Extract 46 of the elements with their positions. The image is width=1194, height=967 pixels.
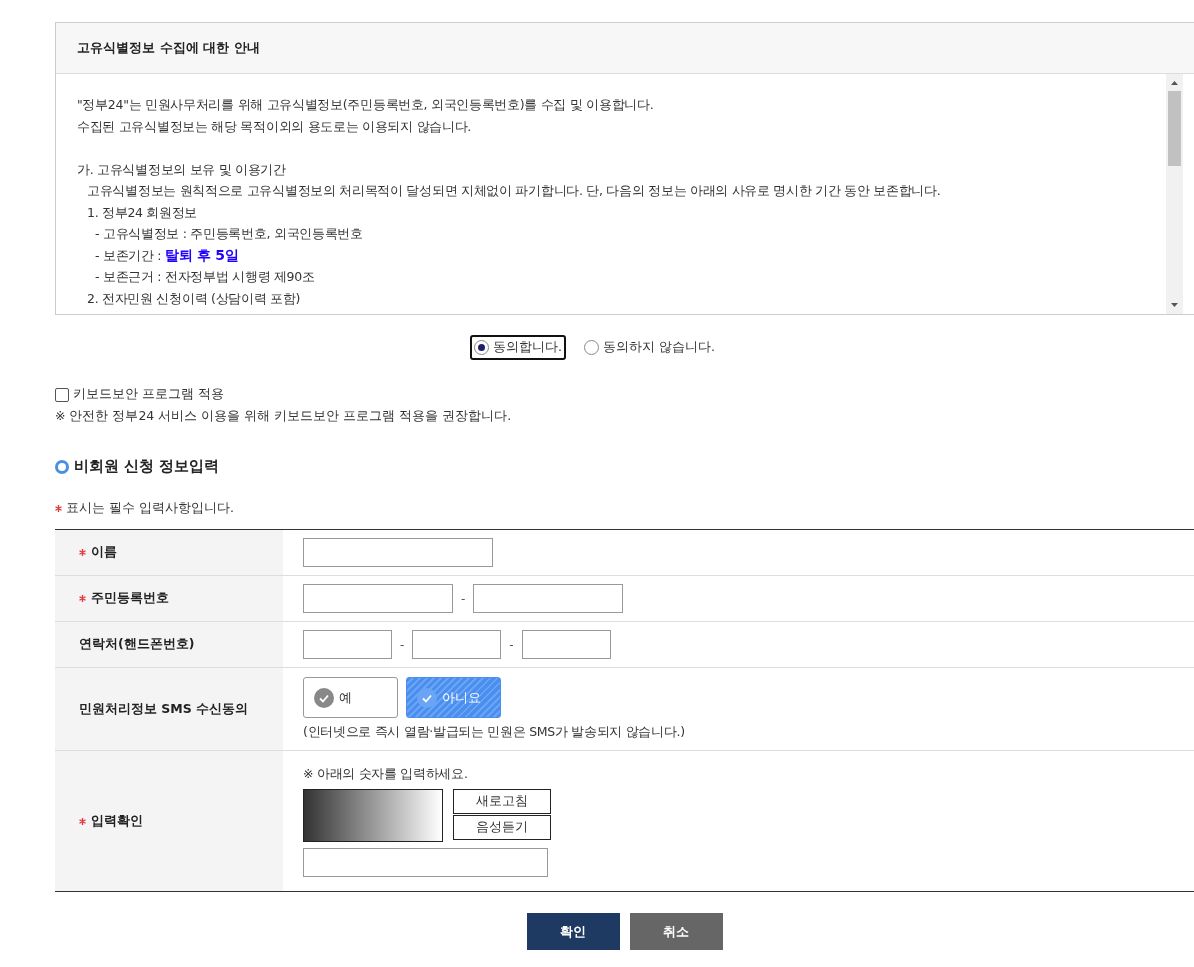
captcha-button[interactable]: 음성듣기 — [453, 814, 551, 840]
asterisk-icon — [79, 549, 86, 556]
input-field[interactable] — [521, 630, 611, 659]
section-title: 비회원 신청 정보입력 — [74, 457, 220, 476]
field-label: 주민등록번호 — [91, 590, 169, 607]
input-field[interactable] — [303, 584, 453, 613]
field-label: 민원처리정보 SMS 수신동의 — [79, 700, 249, 718]
consent-radio[interactable]: 동의합니다. — [470, 335, 566, 360]
input-field[interactable] — [473, 584, 624, 613]
input-field[interactable] — [303, 630, 392, 659]
name-field[interactable] — [303, 538, 493, 567]
keyboard-security-checkbox[interactable]: 키보드보안 프로그램 적용 — [55, 386, 1194, 403]
field-label: 입력확인 — [91, 812, 143, 830]
separator-text: - — [509, 637, 514, 652]
sms-note: (인터넷으로 즉시 열람·발급되는 민원은 SMS가 발송되지 않습니다.) — [303, 724, 686, 741]
asterisk-icon — [79, 595, 86, 602]
field-label: 연락처(핸드폰번호) — [79, 636, 195, 653]
captcha-field[interactable] — [303, 847, 548, 877]
notice-text: 가. 고유식별정보의 보유 및 이용기간 — [77, 160, 287, 179]
field-label: 이름 — [91, 544, 117, 561]
separator-text: - — [461, 591, 466, 606]
notice-text: "정부24"는 민원사무처리를 위해 고유식별정보(주민등록번호, 외국인등록번호)를 수집 및 이용합니다. — [77, 96, 655, 114]
notice-text: 수집된 고유식별정보는 해당 목적이외의 용도로는 이용되지 않습니다. — [77, 117, 472, 136]
notice-text: - 보존근거 : 전자정부법 시행령 제90조 — [94, 268, 316, 286]
notice-text: 고유식별정보는 원칙적으로 고유식별정보의 처리목적이 달성되면 지체없이 파기합니다. 단, 다음의 정보는 아래의 사유로 명시한 기간 동안 보존합니다. — [86, 182, 942, 200]
scrollbar[interactable] — [1166, 74, 1183, 314]
confirm-button[interactable]: 확인 — [526, 913, 620, 950]
notice-text: - 보존기간 : 탈퇴 후 5일 — [94, 245, 240, 265]
check-icon — [314, 687, 334, 708]
notice-text: - 고유식별정보 : 주민등록번호, 외국인등록번호 — [94, 225, 364, 243]
check-icon — [417, 687, 437, 708]
notice-text: 2. 전자민원 신청이력 (상담이력 포함) — [86, 289, 301, 308]
asterisk-icon — [79, 817, 86, 825]
asterisk-icon — [55, 505, 62, 512]
separator-text: - — [400, 637, 405, 652]
sms-option-button[interactable]: 예 — [303, 677, 398, 718]
captcha-hint: ※ 아래의 숫자를 입력하세요. — [303, 765, 469, 783]
notice-text: 1. 정부24 회원정보 — [86, 203, 199, 222]
required-note: 표시는 필수 입력사항입니다. — [66, 500, 234, 517]
consent-radio[interactable]: 동의하지 않습니다. — [580, 335, 719, 360]
notice-title: 고유식별정보 수집에 대한 안내 — [56, 23, 1194, 74]
cancel-button[interactable]: 취소 — [629, 913, 723, 950]
keyboard-security-note: ※ 안전한 정부24 서비스 이용을 위해 키보드보안 프로그램 적용을 권장합니다. — [55, 408, 513, 425]
input-field[interactable] — [412, 630, 502, 659]
captcha-button[interactable]: 새로고침 — [453, 788, 551, 814]
ring-icon — [55, 459, 69, 474]
